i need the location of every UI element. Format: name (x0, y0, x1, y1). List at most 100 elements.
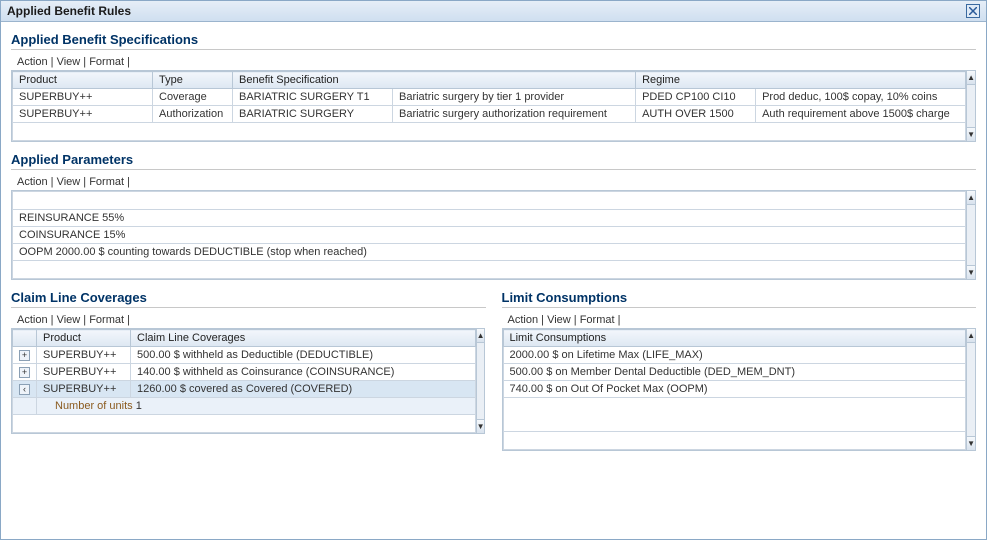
cell-regime-desc: Prod deduc, 100$ copay, 10% coins (756, 89, 966, 106)
col-product[interactable]: Product (37, 330, 131, 347)
toolbar-view[interactable]: View (57, 314, 81, 326)
table-row[interactable]: SUPERBUY++ Coverage BARIATRIC SURGERY T1… (13, 89, 966, 106)
coverages-table: Product Claim Line Coverages + SUPERBUY+… (12, 329, 476, 433)
scroll-down-icon[interactable]: ▼ (967, 436, 975, 450)
table-row[interactable]: + SUPERBUY++ 500.00 $ withheld as Deduct… (13, 347, 476, 364)
scroll-down-icon[interactable]: ▼ (967, 265, 975, 279)
toolbar-view[interactable]: View (57, 176, 81, 188)
scroll-down-icon[interactable]: ▼ (477, 419, 485, 433)
scrollbar-spec[interactable]: ▲ ▼ (967, 70, 976, 142)
toolbar-view[interactable]: View (547, 314, 571, 326)
toolbar-format[interactable]: Format (89, 56, 124, 68)
dialog-window: Applied Benefit Rules Applied Benefit Sp… (0, 0, 987, 540)
scroll-up-icon[interactable]: ▲ (967, 329, 975, 343)
scroll-down-icon[interactable]: ▼ (967, 127, 975, 141)
toolbar-view[interactable]: View (57, 56, 81, 68)
scroll-track[interactable] (967, 205, 975, 265)
col-coverage[interactable]: Claim Line Coverages (131, 330, 476, 347)
scrollbar-params[interactable]: ▲ ▼ (967, 190, 976, 280)
table-row[interactable]: OOPM 2000.00 $ counting towards DEDUCTIB… (13, 244, 966, 261)
cell-type: Coverage (153, 89, 233, 106)
cell-limit: 500.00 $ on Member Dental Deductible (DE… (503, 364, 966, 381)
expand-icon[interactable]: + (19, 367, 30, 378)
toolbar-coverages: Action | View | Format | (11, 312, 486, 328)
col-benefit-spec[interactable]: Benefit Specification (233, 72, 636, 89)
table-row[interactable]: 2000.00 $ on Lifetime Max (LIFE_MAX) (503, 347, 966, 364)
table-row[interactable]: COINSURANCE 15% (13, 227, 966, 244)
cell-coverage: 500.00 $ withheld as Deductible (DEDUCTI… (131, 347, 476, 364)
divider (11, 169, 976, 170)
detail-label: Number of units (55, 400, 133, 412)
table-header-row: Product Type Benefit Specification Regim… (13, 72, 966, 89)
table-footer-bar (13, 261, 966, 279)
col-expander (13, 330, 37, 347)
cell-spec-code: BARIATRIC SURGERY (233, 106, 393, 123)
col-limit[interactable]: Limit Consumptions (503, 330, 966, 347)
table-header-bar (13, 192, 966, 210)
table-row[interactable]: 500.00 $ on Member Dental Deductible (DE… (503, 364, 966, 381)
scrollbar-limits[interactable]: ▲ ▼ (967, 328, 976, 451)
scroll-up-icon[interactable]: ▲ (967, 71, 975, 85)
toolbar-format[interactable]: Format (89, 176, 124, 188)
table-row[interactable]: 740.00 $ on Out Of Pocket Max (OOPM) (503, 381, 966, 398)
dialog-title: Applied Benefit Rules (7, 4, 131, 18)
cell-coverage: 1260.00 $ covered as Covered (COVERED) (131, 381, 476, 398)
scrollbar-coverages[interactable]: ▲ ▼ (477, 328, 486, 434)
cell-product: SUPERBUY++ (37, 347, 131, 364)
limits-table: Limit Consumptions 2000.00 $ on Lifetime… (503, 329, 967, 450)
section-title-params: Applied Parameters (11, 152, 976, 167)
toolbar-spec: Action | View | Format | (11, 54, 976, 70)
toolbar-action[interactable]: Action (508, 314, 539, 326)
panel-limits: Limit Consumptions Action | View | Forma… (502, 286, 977, 451)
cell-param: COINSURANCE 15% (13, 227, 966, 244)
col-type[interactable]: Type (153, 72, 233, 89)
table-row[interactable]: + SUPERBUY++ 140.00 $ withheld as Coinsu… (13, 364, 476, 381)
cell-type: Authorization (153, 106, 233, 123)
panel-benefit-specifications: Applied Benefit Specifications Action | … (11, 32, 976, 142)
toolbar-format[interactable]: Format (89, 314, 124, 326)
cell-limit: 740.00 $ on Out Of Pocket Max (OOPM) (503, 381, 966, 398)
cell-regime-code: AUTH OVER 1500 (636, 106, 756, 123)
toolbar-limits: Action | View | Format | (502, 312, 977, 328)
cell-spec-desc: Bariatric surgery by tier 1 provider (393, 89, 636, 106)
toolbar-params: Action | View | Format | (11, 174, 976, 190)
table-footer-bar (13, 415, 476, 433)
expand-icon[interactable]: + (19, 350, 30, 361)
divider (11, 49, 976, 50)
section-title-limits: Limit Consumptions (502, 290, 977, 305)
toolbar-action[interactable]: Action (17, 56, 48, 68)
cell-product: SUPERBUY++ (13, 89, 153, 106)
table-row[interactable]: REINSURANCE 55% (13, 210, 966, 227)
scroll-track[interactable] (967, 85, 975, 127)
cell-param: REINSURANCE 55% (13, 210, 966, 227)
cell-limit: 2000.00 $ on Lifetime Max (LIFE_MAX) (503, 347, 966, 364)
cell-regime-code: PDED CP100 CI10 (636, 89, 756, 106)
panel-coverages: Claim Line Coverages Action | View | For… (11, 286, 486, 451)
cell-product: SUPERBUY++ (37, 381, 131, 398)
scroll-up-icon[interactable]: ▲ (477, 329, 485, 343)
titlebar: Applied Benefit Rules (1, 1, 986, 22)
table-row[interactable]: SUPERBUY++ Authorization BARIATRIC SURGE… (13, 106, 966, 123)
parameters-table: REINSURANCE 55% COINSURANCE 15% OOPM 200… (12, 191, 966, 279)
scroll-up-icon[interactable]: ▲ (967, 191, 975, 205)
toolbar-action[interactable]: Action (17, 314, 48, 326)
table-footer-bar (503, 432, 966, 450)
collapse-icon[interactable]: ‹ (19, 384, 30, 395)
scroll-track[interactable] (477, 343, 485, 419)
table-row-empty (503, 398, 966, 432)
toolbar-format[interactable]: Format (580, 314, 615, 326)
cell-coverage: 140.00 $ withheld as Coinsurance (COINSU… (131, 364, 476, 381)
divider (11, 307, 486, 308)
section-title-coverages: Claim Line Coverages (11, 290, 486, 305)
cell-spec-code: BARIATRIC SURGERY T1 (233, 89, 393, 106)
table-header-row: Product Claim Line Coverages (13, 330, 476, 347)
toolbar-action[interactable]: Action (17, 176, 48, 188)
section-title-spec: Applied Benefit Specifications (11, 32, 976, 47)
col-product[interactable]: Product (13, 72, 153, 89)
cell-product: SUPERBUY++ (37, 364, 131, 381)
col-regime[interactable]: Regime (636, 72, 966, 89)
close-icon[interactable] (966, 4, 980, 18)
divider (502, 307, 977, 308)
table-row[interactable]: ‹ SUPERBUY++ 1260.00 $ covered as Covere… (13, 381, 476, 398)
scroll-track[interactable] (967, 343, 975, 436)
